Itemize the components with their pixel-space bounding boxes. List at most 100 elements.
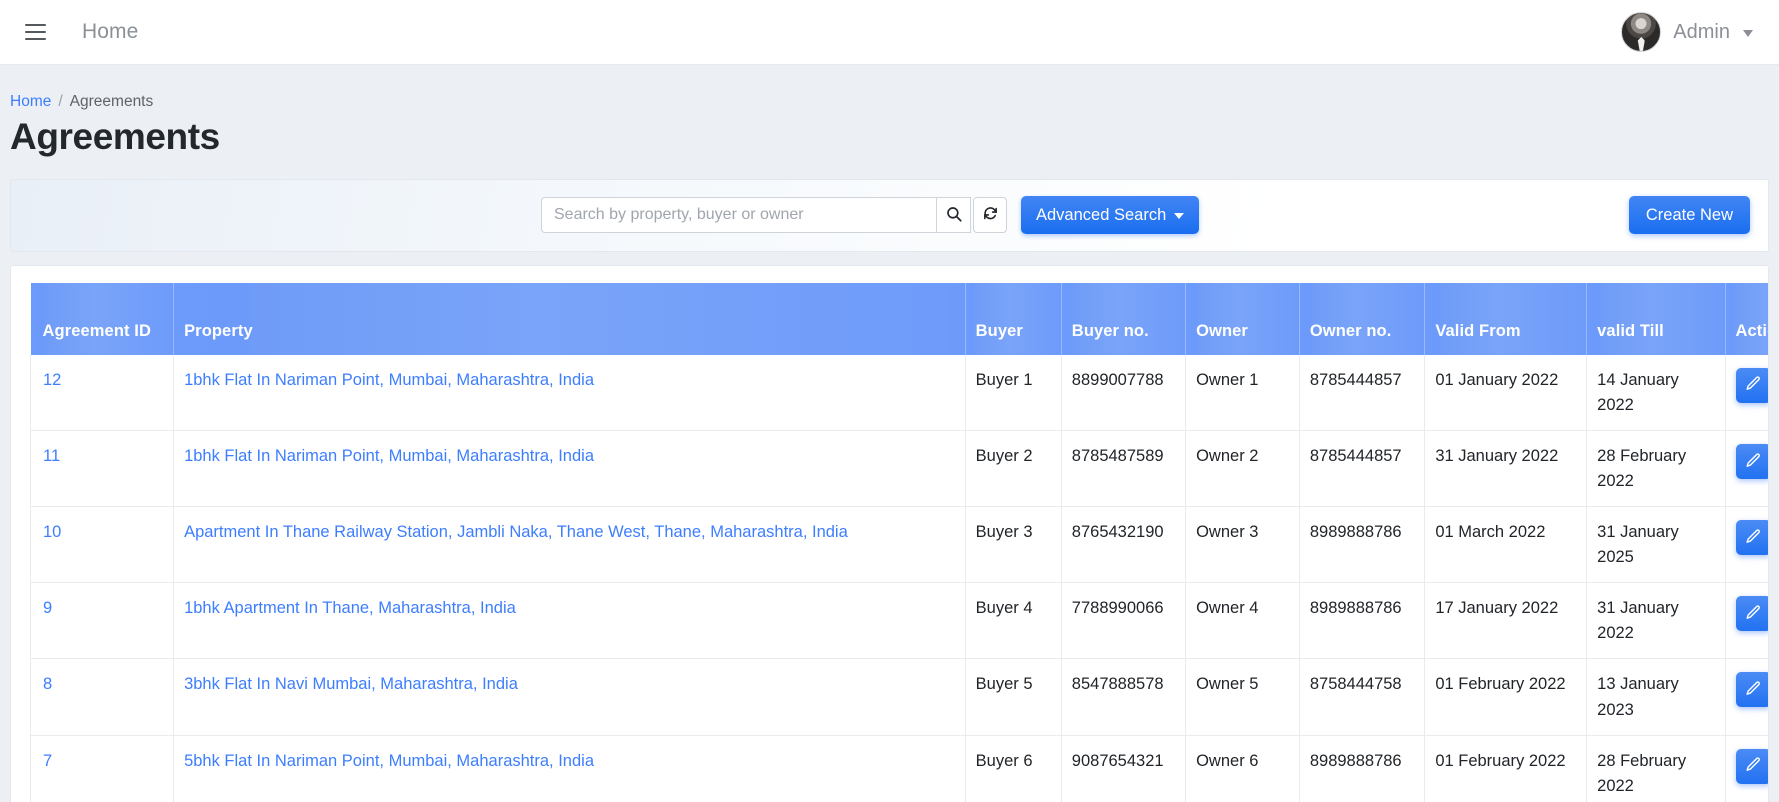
search-input[interactable] — [541, 197, 937, 234]
cell-buyer: Buyer 2 — [965, 430, 1062, 508]
edit-button[interactable] — [1735, 444, 1768, 479]
table-row: 7 5bhk Flat In Nariman Point, Mumbai, Mah… — [29, 735, 1768, 802]
cell-valid-from: 01 March 2022 — [1424, 506, 1588, 584]
cell-valid-till: 28 February 2022 — [1586, 735, 1726, 802]
edit-button[interactable] — [1735, 596, 1768, 632]
user-name-label: Admin — [1673, 20, 1730, 43]
search-button[interactable] — [937, 197, 971, 234]
cell-valid-till: 31 January 2022 — [1586, 582, 1726, 660]
edit-button[interactable] — [1735, 367, 1768, 403]
cell-agreement-id-link[interactable]: 8 — [43, 675, 52, 693]
chevron-down-icon[interactable] — [1743, 30, 1753, 37]
breadcrumb-item-home[interactable]: Home — [10, 93, 51, 111]
column-header-valid-from[interactable]: Valid From — [1424, 282, 1588, 355]
edit-button[interactable] — [1735, 520, 1768, 556]
cell-action — [1725, 506, 1768, 584]
column-header-owner-no[interactable]: Owner no. — [1299, 282, 1426, 355]
agreements-table-card: Agreement ID Property Buyer Buyer no. Ow… — [10, 264, 1769, 802]
cell-valid-from: 01 January 2022 — [1424, 354, 1588, 431]
avatar — [1621, 12, 1662, 52]
create-new-button[interactable]: Create New — [1628, 196, 1750, 235]
column-header-agreement-id[interactable]: Agreement ID — [30, 282, 175, 355]
advanced-search-button[interactable]: Advanced Search — [1021, 196, 1200, 235]
breadcrumb: Home / Agreements — [10, 93, 1779, 111]
advanced-search-label: Advanced Search — [1036, 205, 1167, 224]
refresh-button[interactable] — [973, 197, 1007, 234]
cell-valid-till: 13 January 2023 — [1586, 658, 1726, 736]
cell-agreement-id-link[interactable]: 12 — [43, 371, 61, 389]
top-navbar: Home Admin — [0, 0, 1779, 65]
column-header-valid-till[interactable]: valid Till — [1586, 282, 1726, 355]
cell-property-link[interactable]: 1bhk Flat In Nariman Point, Mumbai, Maha… — [184, 447, 594, 465]
cell-valid-till: 31 January 2025 — [1586, 506, 1726, 584]
cell-agreement-id: 7 — [29, 735, 175, 802]
refresh-icon — [982, 205, 999, 225]
edit-pencil-icon — [1745, 375, 1762, 395]
cell-agreement-id: 9 — [29, 582, 175, 660]
cell-agreement-id: 12 — [29, 354, 175, 431]
cell-property: 1bhk Flat In Nariman Point, Mumbai, Maha… — [173, 354, 966, 431]
cell-buyer: Buyer 6 — [965, 735, 1062, 802]
table-row: 9 1bhk Apartment In Thane, Maharashtra, I… — [29, 582, 1768, 660]
cell-property-link[interactable]: 1bhk Flat In Nariman Point, Mumbai, Maha… — [184, 371, 594, 389]
cell-buyer: Buyer 4 — [965, 582, 1062, 660]
cell-valid-from: 01 February 2022 — [1424, 658, 1588, 736]
hamburger-bar — [24, 38, 46, 40]
cell-valid-from: 31 January 2022 — [1424, 430, 1588, 508]
table-header-row: Agreement ID Property Buyer Buyer no. Ow… — [30, 282, 1768, 355]
edit-button[interactable] — [1735, 672, 1768, 708]
column-header-buyer-no[interactable]: Buyer no. — [1061, 282, 1187, 355]
cell-valid-till: 28 February 2022 — [1586, 430, 1726, 508]
column-header-buyer[interactable]: Buyer — [965, 282, 1062, 355]
cell-valid-from: 17 January 2022 — [1424, 582, 1588, 660]
hamburger-bar — [24, 24, 46, 26]
cell-agreement-id-link[interactable]: 10 — [43, 523, 61, 541]
cell-agreement-id: 10 — [29, 506, 175, 584]
edit-pencil-icon — [1745, 528, 1762, 548]
cell-agreement-id-link[interactable]: 9 — [43, 599, 52, 617]
cell-action — [1725, 658, 1768, 736]
cell-owner: Owner 5 — [1185, 658, 1300, 736]
hamburger-bar — [24, 31, 46, 33]
cell-action — [1725, 735, 1768, 802]
page-header: Home / Agreements Agreements — [0, 65, 1779, 179]
cell-buyer-no: 8547888578 — [1061, 658, 1187, 736]
cell-owner-no: 8989888786 — [1299, 582, 1426, 660]
agreements-table: Agreement ID Property Buyer Buyer no. Ow… — [29, 282, 1768, 802]
cell-agreement-id-link[interactable]: 11 — [43, 447, 60, 465]
edit-pencil-icon — [1745, 756, 1762, 776]
cell-property: 3bhk Flat In Navi Mumbai, Maharashtra, I… — [173, 658, 966, 736]
edit-pencil-icon — [1745, 604, 1762, 624]
cell-buyer-no: 8899007788 — [1061, 354, 1187, 431]
column-header-owner[interactable]: Owner — [1185, 282, 1300, 355]
cell-buyer-no: 7788990066 — [1061, 582, 1187, 660]
cell-property-link[interactable]: 5bhk Flat In Nariman Point, Mumbai, Maha… — [184, 752, 594, 770]
cell-owner-no: 8989888786 — [1299, 735, 1426, 802]
cell-owner: Owner 3 — [1185, 506, 1300, 584]
cell-property: 1bhk Apartment In Thane, Maharashtra, In… — [173, 582, 966, 660]
cell-property: Apartment In Thane Railway Station, Jamb… — [173, 506, 966, 584]
navbar-brand[interactable]: Home — [82, 20, 138, 44]
breadcrumb-item-agreements: Agreements — [69, 93, 154, 110]
search-icon — [945, 205, 963, 226]
table-body: 12 1bhk Flat In Nariman Point, Mumbai, Ma… — [29, 354, 1768, 802]
user-menu[interactable]: Admin — [1621, 12, 1753, 52]
column-header-property[interactable]: Property — [173, 282, 966, 355]
cell-agreement-id-link[interactable]: 7 — [43, 752, 52, 770]
cell-valid-from: 01 February 2022 — [1424, 735, 1588, 802]
cell-property: 1bhk Flat In Nariman Point, Mumbai, Maha… — [173, 430, 966, 508]
cell-agreement-id: 8 — [29, 658, 175, 736]
cell-property-link[interactable]: 1bhk Apartment In Thane, Maharashtra, In… — [184, 599, 516, 617]
cell-property-link[interactable]: 3bhk Flat In Navi Mumbai, Maharashtra, I… — [184, 675, 518, 693]
cell-action — [1725, 354, 1768, 431]
cell-property-link[interactable]: Apartment In Thane Railway Station, Jamb… — [184, 523, 848, 541]
cell-buyer: Buyer 5 — [965, 658, 1062, 736]
table-header: Agreement ID Property Buyer Buyer no. Ow… — [30, 282, 1768, 355]
table-row: 10 Apartment In Thane Railway Station, Ja… — [29, 506, 1768, 584]
chevron-down-icon — [1174, 213, 1185, 220]
table-row: 11 1bhk Flat In Nariman Point, Mumbai, Ma… — [29, 430, 1768, 508]
column-header-action: Action — [1725, 282, 1768, 355]
edit-button[interactable] — [1735, 748, 1768, 784]
hamburger-icon[interactable] — [18, 15, 52, 49]
table-row: 12 1bhk Flat In Nariman Point, Mumbai, Ma… — [29, 354, 1768, 431]
